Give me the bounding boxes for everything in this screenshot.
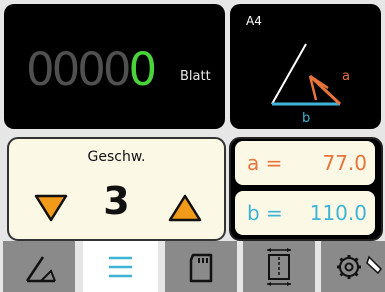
bottom-tab-bar [3, 241, 385, 292]
side-a-label: a [342, 69, 350, 84]
sheet-counter-value: 00000 [26, 43, 158, 96]
dimension-a-value: 77.0 [322, 151, 367, 175]
paper-format-panel[interactable]: A4 a b [230, 4, 381, 129]
tab-settings[interactable] [321, 241, 385, 292]
settings-icon [337, 255, 382, 279]
counter-leading-zeros: 0000 [26, 43, 132, 96]
speed-panel: Geschw. 3 [7, 137, 226, 241]
dimension-a-field[interactable]: a = 77.0 [235, 141, 375, 185]
speed-label: Geschw. [87, 149, 146, 165]
tab-sd-card[interactable] [165, 241, 237, 292]
paper-size-icon [267, 248, 291, 286]
sd-card-icon [189, 253, 213, 283]
side-b-label: b [302, 111, 310, 126]
fold-diagram-icon: a b [271, 43, 350, 126]
dimension-b-value: 110.0 [309, 201, 367, 225]
speed-increase-button[interactable] [167, 193, 203, 223]
fold-line-white [271, 43, 307, 105]
fold-angle-icon [25, 256, 56, 283]
triangle-up-icon [168, 194, 202, 222]
scroll-arrow-icon [366, 255, 382, 275]
dimension-b-field[interactable]: b = 110.0 [235, 191, 375, 235]
list-icon [109, 256, 132, 278]
sheet-counter-panel: 00000 Blatt [4, 4, 225, 129]
counter-active-digit: 0 [128, 43, 158, 96]
tab-paper-size[interactable] [243, 241, 315, 292]
tab-list[interactable] [83, 241, 158, 292]
dimension-a-label: a = [247, 151, 283, 175]
tab-fold-angle[interactable] [3, 241, 75, 292]
counter-unit-label: Blatt [180, 69, 211, 84]
dimension-b-label: b = [247, 201, 283, 225]
dimensions-panel: a = 77.0 b = 110.0 [229, 137, 383, 241]
